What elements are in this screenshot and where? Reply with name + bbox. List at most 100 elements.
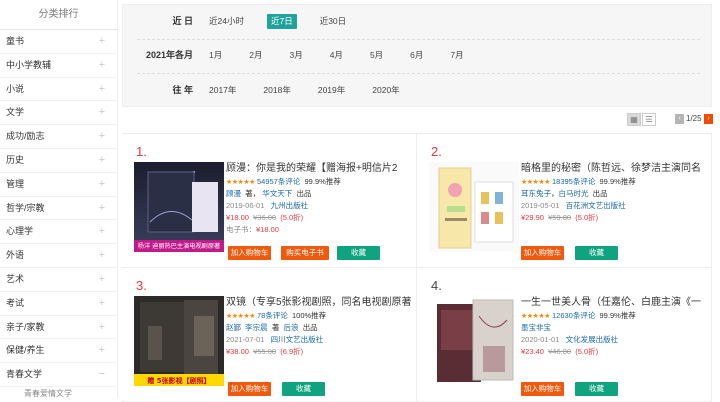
category-label: 中小学教辅 [6,59,52,70]
filter-label-month: 2021年各月 [145,50,193,60]
sidebar-category-item[interactable]: 中小学教辅 + [0,54,117,78]
sidebar-category-item[interactable]: 考试 + [0,292,117,316]
review-count[interactable]: 78条评论 [257,311,288,320]
price: ¥38.00 [226,347,249,356]
add-to-cart-button[interactable]: 加入购物车 [521,246,564,260]
book-card: 2. 暗格里的秘密（陈哲远、徐梦洁主演同名 ★★★★★ 18395条评论 99.… [417,134,712,268]
divider [137,39,700,40]
author-link[interactable]: 墨宝非宝 [521,323,551,332]
add-to-cart-button[interactable]: 加入购物车 [228,382,271,396]
sidebar-category-item[interactable]: 外语 + [0,244,117,268]
favorite-button[interactable]: 收藏 [282,382,325,396]
filter-option[interactable]: 1月 [205,42,226,68]
add-to-cart-button[interactable]: 加入购物车 [228,246,271,260]
author-link[interactable]: 顾漫 [226,189,241,198]
press-link[interactable]: 四川文艺出版社 [271,335,324,344]
expand-icon[interactable]: + [99,244,105,268]
expand-icon[interactable]: + [99,78,105,102]
discount: (5.0折) [280,213,304,222]
filter-option[interactable]: 3月 [285,42,306,68]
sidebar-category-item[interactable]: 艺术 + [0,268,117,292]
discount: (5.0折) [575,213,599,222]
review-count[interactable]: 54957条评论 [257,177,300,186]
publish-date: 2019-06-01 [226,201,265,210]
filter-option[interactable]: 4月 [326,42,347,68]
sidebar-category-item[interactable]: 哲学/宗教 + [0,197,117,221]
filter-option[interactable]: 2018年 [259,77,294,103]
expand-icon[interactable]: + [99,316,105,340]
expand-icon[interactable]: + [99,149,105,173]
publish-date: 2020-01-01 [521,335,560,344]
book-title[interactable]: 暗格里的秘密（陈哲远、徐梦洁主演同名 [521,161,707,176]
filter-option[interactable]: 近30日 [316,8,350,34]
sidebar-category-item[interactable]: 亲子/家教 + [0,316,117,340]
filter-option[interactable]: 7月 [446,42,467,68]
filter-option[interactable]: 近7日 [266,14,297,29]
sidebar-category-item[interactable]: 心理学 + [0,220,117,245]
recommend-rate: 99.9%推荐 [304,177,341,186]
press-link[interactable]: 文化发展出版社 [566,335,619,344]
review-count[interactable]: 12630条评论 [552,311,595,320]
expand-icon[interactable]: + [99,268,105,292]
expand-icon[interactable]: + [99,125,105,149]
collapse-icon[interactable]: − [99,363,105,387]
sidebar-category-item[interactable]: 管理 + [0,173,117,197]
filter-option[interactable]: 2月 [245,42,266,68]
book-cover[interactable]: 赠 5张影视【剧照】 [134,296,224,386]
sidebar-category-item[interactable]: 文学 + [0,101,117,126]
press-link[interactable]: 九州出版社 [271,201,309,210]
filter-option[interactable]: 近24小时 [205,8,248,34]
book-cover[interactable]: 杨洋 迪丽热巴主演电视剧原著 [134,162,224,252]
press-link[interactable]: 百花洲文艺出版社 [566,201,626,210]
filter-option[interactable]: 2017年 [205,77,240,103]
book-cover[interactable] [429,162,519,252]
buy-ebook-button[interactable]: 购买电子书 [281,246,329,260]
expand-icon[interactable]: + [99,292,105,316]
expand-icon[interactable]: + [99,173,105,197]
expand-icon[interactable]: + [99,339,105,363]
expand-icon[interactable]: + [99,101,105,125]
expand-icon[interactable]: + [99,30,105,54]
publisher-link[interactable]: 后浪 [284,323,299,332]
book-card: 3. 赠 5张影视【剧照】 双镜（专享5张影视剧照，同名电视剧原著 ★★★★★ … [122,268,417,402]
publisher-link[interactable]: 华文天下 [262,189,292,198]
favorite-button[interactable]: 收藏 [575,382,618,396]
category-sidebar: 分类排行 童书 + 中小学教辅 + 小说 + 文学 + 成功/励志 + 历史 + 管理 + 哲学/宗教 + 心理… [0,0,118,398]
book-title[interactable]: 顾漫：你是我的荣耀【赠海报+明信片2 [226,161,412,176]
discount: (5.0折) [575,347,599,356]
expand-icon[interactable]: + [99,197,105,221]
recommend-rate: 99.9%推荐 [599,311,636,320]
favorite-button[interactable]: 收藏 [337,246,380,260]
sidebar-category-item[interactable]: 成功/励志 + [0,125,117,149]
sidebar-category-item[interactable]: 小说 + [0,78,117,102]
author-link-2[interactable]: 李宗晨 [245,323,268,332]
book-title[interactable]: 双镜（专享5张影视剧照，同名电视剧原著 [226,295,412,310]
original-price: ¥46.80 [548,347,572,356]
list-view-icon[interactable]: ☰ [642,113,656,126]
filter-row-year: 往 年 2017年 2018年 2019年 2020年 [123,77,713,103]
expand-icon[interactable]: + [99,220,105,244]
expand-icon[interactable]: + [99,54,105,78]
author-link[interactable]: 耳东兔子 [521,189,551,198]
book-cover[interactable] [429,296,519,386]
next-page-button[interactable]: › [704,114,713,124]
sidebar-category-item[interactable]: 保健/养生 + [0,339,117,364]
sidebar-subcategory-item[interactable]: 青春爱情文学 [0,387,117,401]
sidebar-category-item[interactable]: 青春文学 − [0,363,117,387]
filter-option[interactable]: 2019年 [314,77,349,103]
category-label: 心理学 [6,226,34,237]
sidebar-category-item[interactable]: 童书 + [0,30,117,54]
grid-view-icon[interactable]: ▦ [627,113,641,126]
review-count[interactable]: 18395条评论 [552,177,595,186]
book-title[interactable]: 一生一世美人骨（任嘉伦、白鹿主演《一 [521,295,707,310]
add-to-cart-button[interactable]: 加入购物车 [521,382,564,396]
author-link[interactable]: 赵鄞 [226,323,241,332]
page-indicator: 1/25 [686,114,702,123]
prev-page-button[interactable]: ‹ [675,114,684,124]
filter-option[interactable]: 5月 [366,42,387,68]
filter-option[interactable]: 2020年 [368,77,403,103]
sidebar-category-item[interactable]: 历史 + [0,149,117,173]
filter-option[interactable]: 6月 [406,42,427,68]
publisher-link[interactable]: 白马时光 [559,189,589,198]
favorite-button[interactable]: 收藏 [575,246,618,260]
